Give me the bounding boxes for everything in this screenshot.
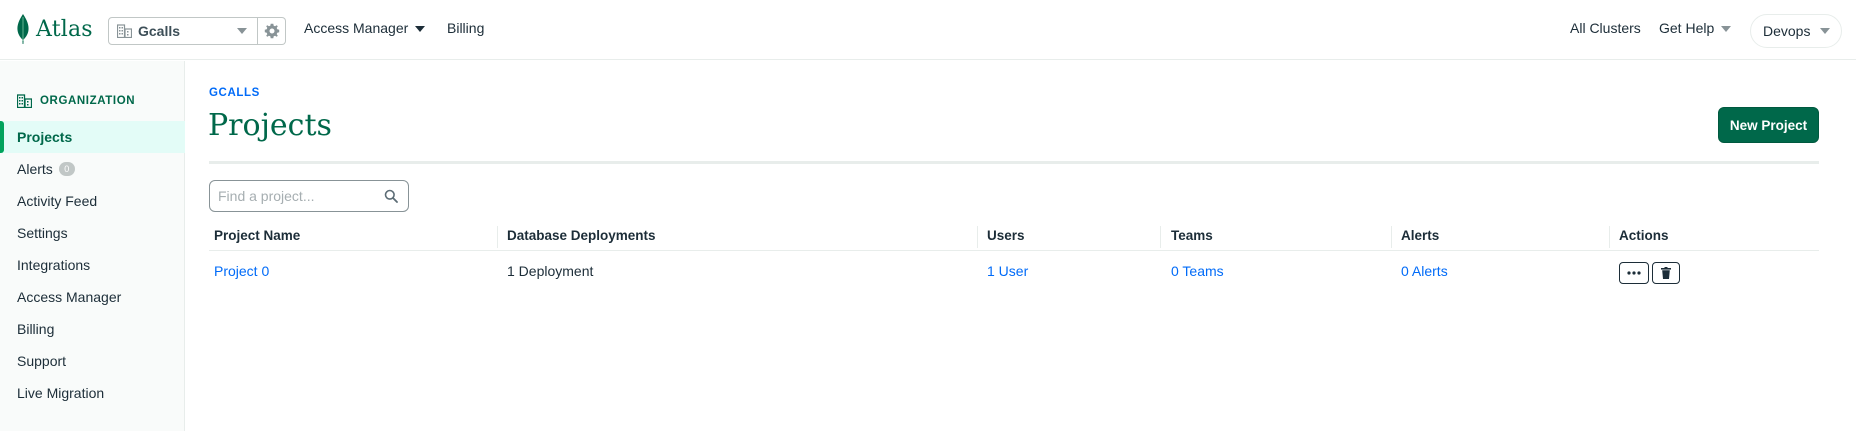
app-name: Atlas	[36, 16, 93, 42]
column-separator	[1609, 226, 1610, 248]
deployments-cell: 1 Deployment	[507, 263, 594, 279]
sidebar-item-label: Live Migration	[17, 385, 105, 401]
sidebar-item-label: Access Manager	[17, 289, 122, 305]
new-project-button[interactable]: New Project	[1718, 107, 1819, 143]
sidebar-item-alerts[interactable]: Alerts 0	[0, 153, 185, 185]
users-link[interactable]: 1 User	[987, 263, 1028, 279]
sidebar-item-label: Projects	[17, 129, 73, 145]
sidebar-header-label: ORGANIZATION	[40, 95, 136, 107]
sidebar-item-projects[interactable]: Projects	[0, 121, 185, 153]
column-header-actions: Actions	[1619, 228, 1669, 243]
column-separator	[977, 226, 978, 248]
nav-billing[interactable]: Billing	[447, 20, 484, 36]
user-menu-button[interactable]: Devops	[1750, 14, 1842, 48]
sidebar-item-label: Support	[17, 353, 67, 369]
nav-access-manager[interactable]: Access Manager	[304, 20, 426, 36]
nav-access-manager-label: Access Manager	[304, 20, 409, 36]
column-separator	[1160, 226, 1161, 248]
sidebar-item-access-manager[interactable]: Access Manager	[0, 281, 185, 313]
column-header-project-name[interactable]: Project Name	[214, 228, 300, 243]
column-separator	[497, 226, 498, 248]
sidebar-item-support[interactable]: Support	[0, 345, 185, 377]
column-header-alerts[interactable]: Alerts	[1401, 228, 1439, 243]
sidebar-item-activity-feed[interactable]: Activity Feed	[0, 185, 185, 217]
sidebar-item-label: Activity Feed	[17, 193, 98, 209]
delete-project-button[interactable]	[1652, 262, 1680, 284]
organization-settings-button[interactable]	[258, 17, 286, 45]
search-input[interactable]	[218, 188, 378, 204]
sidebar-header: ORGANIZATION	[17, 94, 135, 108]
nav-all-clusters[interactable]: All Clusters	[1570, 20, 1641, 36]
page-title: Projects	[208, 108, 332, 143]
breadcrumb[interactable]: GCALLS	[209, 87, 260, 99]
header-divider	[209, 161, 1819, 164]
alerts-link[interactable]: 0 Alerts	[1401, 263, 1448, 279]
table-header-divider	[209, 250, 1819, 251]
organization-name: Gcalls	[138, 23, 181, 39]
organization-select[interactable]: Gcalls	[108, 17, 258, 45]
project-name-link[interactable]: Project 0	[214, 263, 269, 279]
column-header-database-deployments[interactable]: Database Deployments	[507, 228, 656, 243]
trash-icon	[1661, 267, 1671, 279]
sidebar-item-live-migration[interactable]: Live Migration	[0, 377, 185, 409]
building-icon	[117, 24, 132, 38]
nav-get-help-label: Get Help	[1659, 20, 1715, 36]
sidebar-item-billing[interactable]: Billing	[0, 313, 185, 345]
sidebar-item-label: Integrations	[17, 257, 91, 273]
caret-down-icon	[1820, 28, 1831, 34]
atlas-logo[interactable]: Atlas	[16, 14, 93, 44]
sidebar-item-label: Settings	[17, 225, 68, 241]
project-search	[209, 180, 409, 212]
sidebar-item-integrations[interactable]: Integrations	[0, 249, 185, 281]
caret-down-icon	[415, 26, 426, 33]
chevron-down-icon	[237, 28, 247, 34]
gear-icon	[264, 23, 279, 39]
top-navbar: Atlas Gcalls Access Manager Billing All …	[0, 0, 1856, 60]
user-menu-label: Devops	[1763, 23, 1811, 39]
sidebar-item-label: Billing	[17, 321, 55, 337]
search-icon	[384, 189, 398, 203]
nav-get-help[interactable]: Get Help	[1659, 20, 1732, 36]
column-separator	[1391, 226, 1392, 248]
building-icon	[17, 94, 32, 108]
column-header-users[interactable]: Users	[987, 228, 1025, 243]
sidebar-item-settings[interactable]: Settings	[0, 217, 185, 249]
sidebar: ORGANIZATION Projects Alerts 0 Activity …	[0, 61, 185, 431]
sidebar-item-label: Alerts	[17, 161, 53, 177]
more-actions-button[interactable]	[1619, 262, 1649, 284]
ellipsis-icon	[1627, 271, 1641, 275]
column-header-teams[interactable]: Teams	[1171, 228, 1213, 243]
teams-link[interactable]: 0 Teams	[1171, 263, 1224, 279]
alerts-count-badge: 0	[58, 162, 75, 176]
leaf-icon	[17, 14, 29, 44]
caret-down-icon	[1721, 26, 1732, 33]
